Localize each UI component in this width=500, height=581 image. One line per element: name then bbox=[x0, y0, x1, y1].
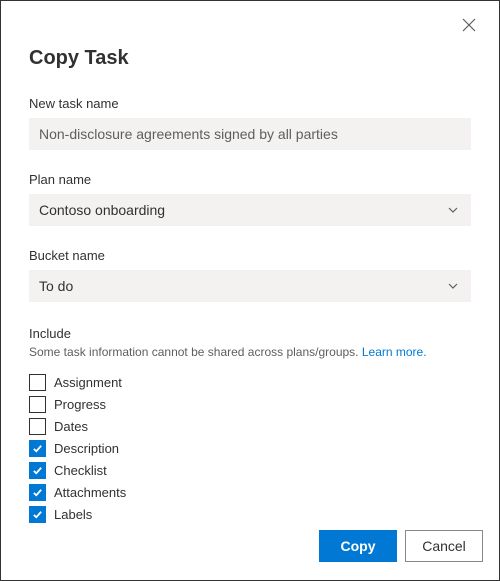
bucket-name-select[interactable]: To do bbox=[29, 270, 471, 302]
chevron-down-icon bbox=[447, 280, 459, 292]
close-button[interactable] bbox=[459, 17, 479, 37]
chevron-down-icon bbox=[447, 204, 459, 216]
include-note-text: Some task information cannot be shared a… bbox=[29, 345, 362, 359]
checkbox-checked-icon bbox=[29, 440, 46, 457]
task-name-input[interactable] bbox=[29, 118, 471, 150]
checkbox-unchecked-icon bbox=[29, 374, 46, 391]
copy-task-dialog: Copy Task New task name Plan name Contos… bbox=[0, 0, 500, 581]
checkbox-label: Assignment bbox=[54, 375, 122, 390]
checkbox-checked-icon bbox=[29, 462, 46, 479]
checkbox-checked-icon bbox=[29, 484, 46, 501]
checkbox-unchecked-icon bbox=[29, 396, 46, 413]
checkbox-labels[interactable]: Labels bbox=[29, 503, 471, 525]
checkbox-label: Attachments bbox=[54, 485, 126, 500]
include-checkbox-list: Assignment Progress Dates Description Checkl… bbox=[29, 371, 471, 525]
dialog-footer: Copy Cancel bbox=[319, 530, 483, 562]
learn-more-link[interactable]: Learn more. bbox=[362, 345, 427, 359]
checkbox-progress[interactable]: Progress bbox=[29, 393, 471, 415]
bucket-name-label: Bucket name bbox=[29, 248, 471, 263]
checkbox-unchecked-icon bbox=[29, 418, 46, 435]
checkbox-label: Dates bbox=[54, 419, 88, 434]
checkbox-label: Description bbox=[54, 441, 119, 456]
checkbox-label: Labels bbox=[54, 507, 92, 522]
include-note: Some task information cannot be shared a… bbox=[29, 345, 471, 359]
plan-name-value: Contoso onboarding bbox=[39, 202, 165, 218]
checkbox-checklist[interactable]: Checklist bbox=[29, 459, 471, 481]
bucket-name-field: Bucket name To do bbox=[29, 248, 471, 302]
plan-name-select[interactable]: Contoso onboarding bbox=[29, 194, 471, 226]
checkbox-label: Checklist bbox=[54, 463, 107, 478]
task-name-field: New task name bbox=[29, 96, 471, 150]
task-name-label: New task name bbox=[29, 96, 471, 111]
checkbox-checked-icon bbox=[29, 506, 46, 523]
checkbox-dates[interactable]: Dates bbox=[29, 415, 471, 437]
plan-name-label: Plan name bbox=[29, 172, 471, 187]
plan-name-field: Plan name Contoso onboarding bbox=[29, 172, 471, 226]
close-icon bbox=[462, 18, 476, 37]
include-label: Include bbox=[29, 326, 471, 341]
checkbox-label: Progress bbox=[54, 397, 106, 412]
bucket-name-value: To do bbox=[39, 278, 73, 294]
checkbox-attachments[interactable]: Attachments bbox=[29, 481, 471, 503]
dialog-title: Copy Task bbox=[29, 47, 471, 70]
checkbox-description[interactable]: Description bbox=[29, 437, 471, 459]
checkbox-assignment[interactable]: Assignment bbox=[29, 371, 471, 393]
copy-button[interactable]: Copy bbox=[319, 530, 397, 562]
cancel-button[interactable]: Cancel bbox=[405, 530, 483, 562]
